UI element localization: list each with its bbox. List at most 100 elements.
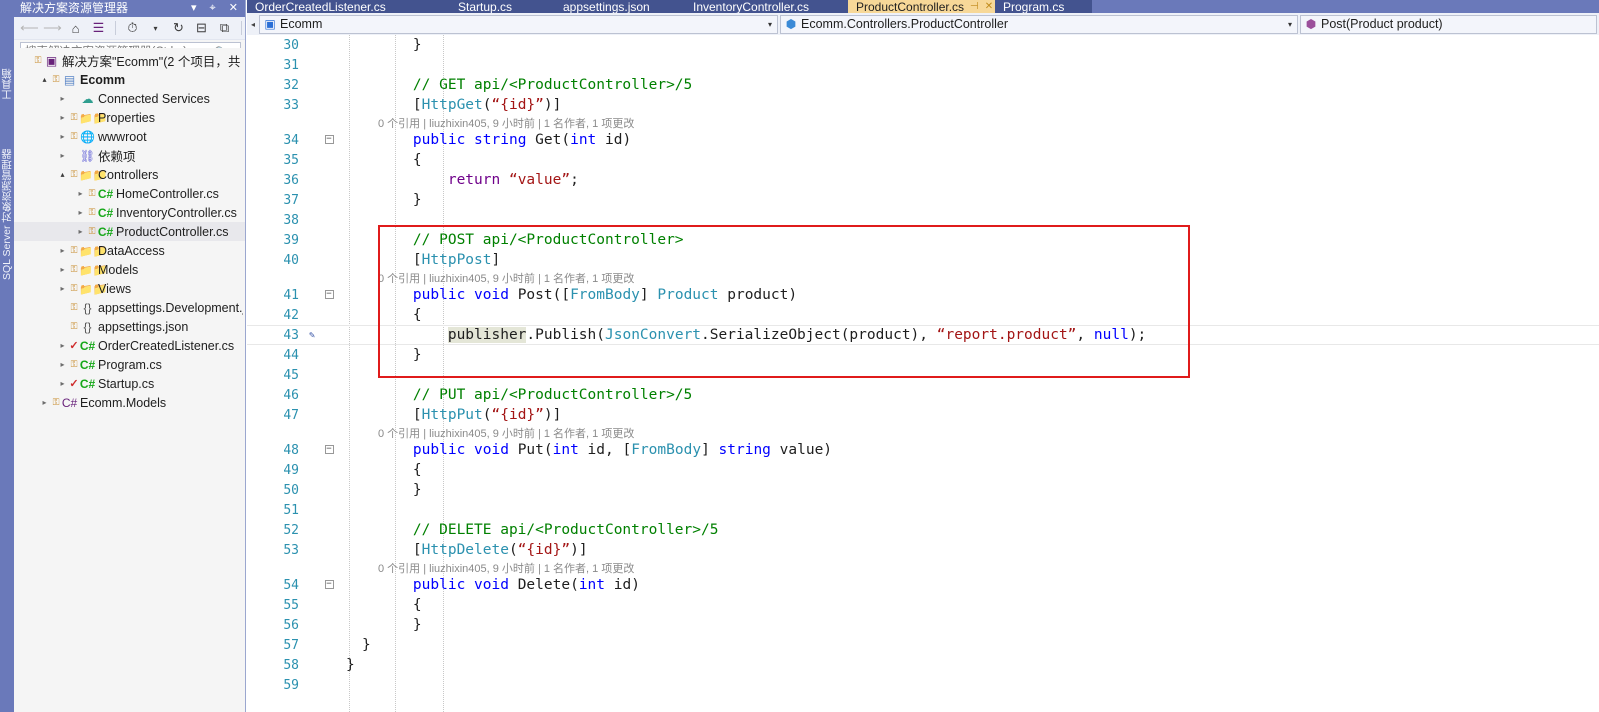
codelens-text[interactable]: 0 个引用 | liuzhixin405, 9 小时前 | 1 名作者, 1 项… [340,425,1599,441]
expand-arrow-icon[interactable]: ▸ [56,379,69,388]
collapse-region-icon[interactable]: − [318,290,340,300]
tree-item-properties[interactable]: ▸⚿📁Properties [14,108,245,127]
class-dropdown[interactable]: ⬢ Ecomm.Controllers.ProductController ▾ [780,14,1298,34]
codelens-text[interactable]: 0 个引用 | liuzhixin405, 9 小时前 | 1 名作者, 1 项… [340,270,1599,286]
tree-item-program.cs[interactable]: ▸ ⚿ C# Program.cs [14,355,245,374]
code-token: HttpPost [421,252,492,268]
codelens-row[interactable]: 0 个引用 | liuzhixin405, 9 小时前 | 1 名作者, 1 项… [247,425,1599,440]
panel-window-buttons[interactable]: ▾ ⌖ ✕ [191,0,243,17]
expand-arrow-icon[interactable]: ▸ [56,151,69,160]
document-tab-inventorycontroller-cs[interactable]: InventoryController.cs [685,0,848,13]
tree-item-views[interactable]: ▸⚿📁Views [14,279,245,298]
expand-arrow-icon[interactable]: ▸ [56,132,69,141]
tree-item-productcontroller.cs[interactable]: ▸ ⚿ C# ProductController.cs [14,222,245,241]
line-number: 47 [283,407,299,423]
code-line: 32 // GET api/<ProductController>/5 [247,75,1599,95]
tree-item-inventorycontroller.cs[interactable]: ▸ ⚿ C# InventoryController.cs [14,203,245,222]
expand-arrow-icon[interactable]: ▸ [38,398,51,407]
expand-arrow-icon[interactable]: ▸ [56,284,69,293]
tree-item--[interactable]: ▸ ⛓ 依赖项 [14,146,245,165]
document-tab-productcontroller-cs[interactable]: ProductController.cs ⊣ ✕ [848,0,995,13]
expand-arrow-icon[interactable]: ▸ [74,208,87,217]
back-icon[interactable]: ⟵ [20,19,39,38]
code-token: )] [543,97,562,113]
codelens-text[interactable]: 0 个引用 | liuzhixin405, 9 小时前 | 1 名作者, 1 项… [340,115,1599,131]
tree-item-ecomm.models[interactable]: ▸ ⚿ C# Ecomm.Models [14,393,245,412]
codelens-row[interactable]: 0 个引用 | liuzhixin405, 9 小时前 | 1 名作者, 1 项… [247,115,1599,130]
filter-dropdown-icon[interactable]: ▾ [146,19,165,38]
forward-icon[interactable]: ⟶ [43,19,62,38]
sync-with-active-document-icon[interactable]: ☰ [89,19,108,38]
tree-item-appsettings.json[interactable]: ⚿ {} appsettings.json [14,317,245,336]
expand-arrow-icon[interactable]: ▸ [56,265,69,274]
csharp-file-icon: C# [97,205,114,220]
tree-item-controllers[interactable]: ▴⚿📁Controllers [14,165,245,184]
document-tab-ordercreatedlistener-cs[interactable]: OrderCreatedListener.cs [247,0,450,13]
solution-tree[interactable]: ⚿▣解决方案"Ecomm"(2 个项目，共 2 个▴⚿▤Ecomm▸☁Conne… [14,48,245,712]
lock-icon: ⚿ [70,112,78,122]
tree-item-ecomm[interactable]: ▴ ⚿ ▤ Ecomm [14,70,245,89]
home-icon[interactable]: ⌂ [66,19,85,38]
pending-changes-filter-icon[interactable]: ⏱ [123,19,142,38]
tree-item-homecontroller.cs[interactable]: ▸ ⚿ C# HomeController.cs [14,184,245,203]
document-tab-program-cs[interactable]: Program.cs [995,0,1092,13]
document-tab-label: InventoryController.cs [693,0,810,13]
document-tab-appsettings-json[interactable]: appsettings.json [555,0,685,13]
tree-item-dataaccess[interactable]: ▸⚿📁DataAccess [14,241,245,260]
code-token: int [570,132,597,148]
csharp-file-icon: C# [79,338,96,353]
collapse-region-icon[interactable]: − [318,135,340,145]
vertical-tab-sql-server-object-explorer[interactable]: SQL Server 对象资源管理器 [0,104,14,280]
line-number: 40 [283,252,299,268]
expand-arrow-icon[interactable]: ▸ [74,227,87,236]
pin-tab-icon[interactable]: ⊣ [970,1,979,13]
toolbar-separator-2 [241,21,242,35]
tree-item-connected-services[interactable]: ▸ ☁ Connected Services [14,89,245,108]
tree-item-startup.cs[interactable]: ▸ ✓ C# Startup.cs [14,374,245,393]
line-number: 35 [283,152,299,168]
expand-arrow-icon[interactable]: ▸ [56,341,69,350]
expand-arrow-icon[interactable]: ▸ [56,360,69,369]
navbar-scroll-left-icon[interactable]: ◂ [249,20,257,29]
tree-item-ordercreatedlistener.cs[interactable]: ▸ ✓ C# OrderCreatedListener.cs [14,336,245,355]
refresh-icon[interactable]: ↻ [169,19,188,38]
document-tab-label: appsettings.json [563,0,650,13]
document-tab-startup-cs[interactable]: Startup.cs [450,0,555,13]
code-token: ; [570,172,579,188]
codelens-row[interactable]: 0 个引用 | liuzhixin405, 9 小时前 | 1 名作者, 1 项… [247,560,1599,575]
show-all-files-icon[interactable]: ⧉ [215,19,234,38]
codelens-text[interactable]: 0 个引用 | liuzhixin405, 9 小时前 | 1 名作者, 1 项… [340,560,1599,576]
close-tab-icon[interactable]: ✕ [985,1,993,13]
tree-item-wwwroot[interactable]: ▸ ⚿ 🌐 wwwroot [14,127,245,146]
collapse-region-icon[interactable]: − [318,580,340,590]
expand-arrow-icon[interactable]: ▸ [74,189,87,198]
project-icon: C# [61,395,78,410]
document-tab-strip[interactable]: OrderCreatedListener.cs Startup.cs appsett… [247,0,1599,13]
code-text: public void Delete(int id) [340,577,1599,593]
expand-arrow-icon[interactable]: ▸ [56,246,69,255]
code-editor-surface[interactable]: 30 } 31 32 // GET api/<ProductController>/… [247,35,1599,712]
tree-item-appsettings.development.jso[interactable]: ⚿ {} appsettings.Development.jso [14,298,245,317]
code-token: id, [ [578,442,632,458]
tree-item-label: Program.cs [98,357,162,372]
collapse-region-icon[interactable]: − [318,445,340,455]
code-line: 49 { [247,460,1599,480]
collapse-arrow-icon[interactable]: ▴ [38,75,51,84]
expand-arrow-icon[interactable]: ▸ [56,113,69,122]
code-token: ] [639,287,658,303]
class-dropdown-caret-icon[interactable]: ▾ [1283,20,1297,29]
code-token: { [378,307,422,323]
expand-arrow-icon[interactable]: ▸ [56,94,69,103]
codelens-row[interactable]: 0 个引用 | liuzhixin405, 9 小时前 | 1 名作者, 1 项… [247,270,1599,285]
vertical-tab-toolbox[interactable]: 工具箱 [0,0,14,101]
tree-item--ecomm-2-2-[interactable]: ⚿▣ 解决方案"Ecomm"(2 个项目，共 2 个 [14,51,245,70]
line-number: 46 [283,387,299,403]
folder-icon: 📁 [79,244,108,258]
collapse-all-icon[interactable]: ⊟ [192,19,211,38]
project-dropdown[interactable]: ▣ Ecomm ▾ [259,14,778,34]
member-dropdown[interactable]: ⬢ Post(Product product) [1300,14,1597,34]
collapse-arrow-icon[interactable]: ▴ [56,170,69,179]
tree-item-models[interactable]: ▸⚿📁Models [14,260,245,279]
code-token: ( [482,97,492,113]
project-dropdown-caret-icon[interactable]: ▾ [763,20,777,29]
